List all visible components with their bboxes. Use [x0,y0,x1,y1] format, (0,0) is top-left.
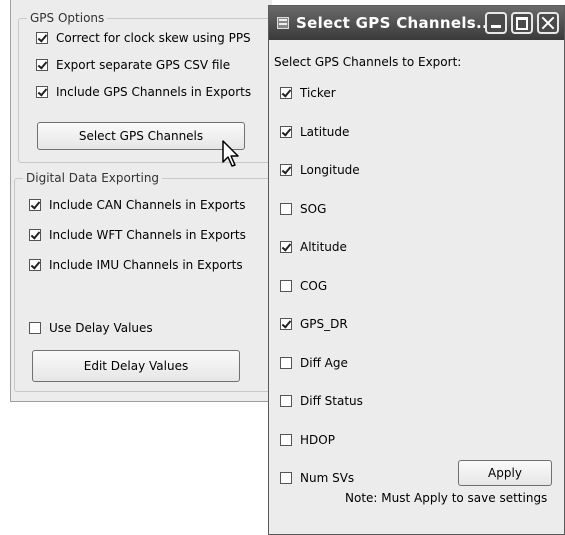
channel-checkbox[interactable] [280,280,292,292]
channel-label: Longitude [300,163,360,177]
dialog-window-icon [277,17,289,29]
edit-delay-values-button[interactable]: Edit Delay Values [32,350,240,382]
channel-label: SOG [300,202,327,216]
channel-label: Diff Age [300,356,348,370]
channel-checkbox[interactable] [280,203,292,215]
include-gps-label: Include GPS Channels in Exports [56,85,252,99]
separate-gps-csv-checkbox[interactable] [36,59,48,71]
channel-item[interactable]: SOG [280,200,326,218]
channel-item[interactable]: HDOP [280,431,335,449]
channel-checkbox[interactable] [280,126,292,138]
channel-label: Latitude [300,125,350,139]
channel-checkbox[interactable] [280,164,292,176]
channel-checkbox[interactable] [280,241,292,253]
clock-skew-option[interactable]: Correct for clock skew using PPS [36,29,251,47]
channel-checkbox[interactable] [280,87,292,99]
export-settings-panel: GPS Options Correct for clock skew using… [10,0,282,402]
include-can-label: Include CAN Channels in Exports [49,198,246,212]
clock-skew-checkbox[interactable] [36,32,48,44]
include-imu-option[interactable]: Include IMU Channels in Exports [29,256,243,274]
channel-item[interactable]: COG [280,277,327,295]
separate-gps-csv-label: Export separate GPS CSV file [56,58,231,72]
channel-checkbox[interactable] [280,357,292,369]
include-wft-checkbox[interactable] [29,229,41,241]
include-gps-option[interactable]: Include GPS Channels in Exports [36,83,251,101]
channel-item[interactable]: Diff Age [280,354,348,372]
channel-item[interactable]: Latitude [280,123,349,141]
include-gps-checkbox[interactable] [36,86,48,98]
close-icon[interactable] [537,12,559,34]
include-imu-checkbox[interactable] [29,259,41,271]
use-delay-values-label: Use Delay Values [49,321,153,335]
channel-item[interactable]: Num SVs [280,469,354,487]
channel-label: Altitude [300,240,347,254]
apply-button[interactable]: Apply [458,460,552,486]
clock-skew-label: Correct for clock skew using PPS [56,31,251,45]
channel-checkbox[interactable] [280,434,292,446]
channel-checkbox[interactable] [280,318,292,330]
channel-item[interactable]: Diff Status [280,392,363,410]
channel-checkbox[interactable] [280,395,292,407]
mouse-pointer-icon [222,140,239,167]
channel-item[interactable]: Ticker [280,84,336,102]
digital-data-legend: Digital Data Exporting [23,171,163,185]
separate-gps-csv-option[interactable]: Export separate GPS CSV file [36,56,230,74]
channel-label: HDOP [300,433,335,447]
channel-item[interactable]: Altitude [280,238,347,256]
apply-note: Note: Must Apply to save settings [345,491,548,505]
include-wft-label: Include WFT Channels in Exports [49,228,246,242]
digital-data-exporting-group: Digital Data Exporting Include CAN Chann… [14,171,278,392]
include-wft-option[interactable]: Include WFT Channels in Exports [29,226,246,244]
use-delay-values-option[interactable]: Use Delay Values [29,319,153,337]
dialog-titlebar[interactable]: Select GPS Channels... [269,6,564,40]
channel-item[interactable]: GPS_DR [280,315,348,333]
select-gps-channels-button[interactable]: Select GPS Channels [37,122,245,150]
channel-label: COG [300,279,328,293]
channel-item[interactable]: Longitude [280,161,360,179]
channel-label: GPS_DR [300,317,348,331]
channel-checkbox[interactable] [280,472,292,484]
channel-label: Num SVs [300,471,355,485]
gps-options-legend: GPS Options [27,11,108,25]
select-gps-channels-dialog: Select GPS Channels... Select GPS Channe… [268,5,565,535]
include-can-checkbox[interactable] [29,199,41,211]
use-delay-values-checkbox[interactable] [29,322,41,334]
include-imu-label: Include IMU Channels in Exports [49,258,243,272]
gps-options-group: GPS Options Correct for clock skew using… [18,11,282,163]
channel-label: Ticker [300,86,336,100]
minimize-icon[interactable] [485,12,507,34]
dialog-heading: Select GPS Channels to Export: [274,55,462,69]
channel-label: Diff Status [300,394,363,408]
maximize-icon[interactable] [511,12,533,34]
include-can-option[interactable]: Include CAN Channels in Exports [29,196,246,214]
dialog-title: Select GPS Channels... [296,14,495,32]
